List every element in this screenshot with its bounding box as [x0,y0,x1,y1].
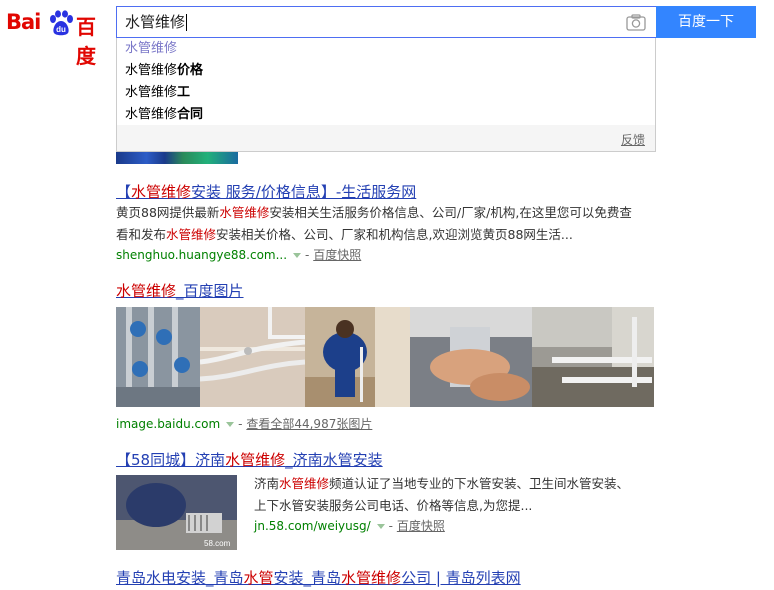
result-url: image.baidu.com - 查看全部44,987张图片 [116,415,372,432]
result-title-link[interactable]: 水管维修_百度图片 [116,280,244,301]
url-text: image.baidu.com [116,417,221,431]
dropdown-arrow-icon[interactable] [226,421,235,427]
search-button[interactable]: 百度一下 [656,6,756,38]
title-text: 青岛水电安装_青岛 [116,569,244,587]
title-highlight: 水管维修 [116,282,177,300]
separator: - [388,519,394,533]
title-text: 安装 服务/价格信息】-生活服务网 [191,183,417,201]
plumber-working-photo [305,307,410,407]
result-image[interactable] [410,307,532,407]
url-text: shenghuo.huangye88.com... [116,248,288,262]
suggestion-text: 水管维修 [125,85,178,100]
separator: - [238,417,243,431]
result-abstract: 济南水管维修频道认证了当地专业的下水管安装、卫生间水管安装、 上下水管安装服务公… [254,473,654,517]
hands-drain-photo [410,307,532,407]
snapshot-link[interactable]: 百度快照 [397,519,445,533]
result-abstract: 黄页88网提供最新水管维修安装相关生活服务价格信息、公司/厂家/机构,在这里您可… [116,202,656,246]
outdoor-pipes-photo [532,307,654,407]
abstract-text: 上下水管安装服务公司电话、价格等信息,为您提... [254,498,533,513]
thumbnail-watermark: 58.com [204,539,231,548]
camera-icon[interactable] [626,14,646,31]
title-highlight: 水管维修 [131,183,192,201]
title-text: 安装_青岛 [273,569,342,587]
dropdown-arrow-icon[interactable] [293,252,302,258]
result-title-link[interactable]: 【58同城】济南水管维修_济南水管安装 [116,449,383,470]
result-image[interactable] [532,307,654,407]
suggestion-suffix: 合同 [177,107,204,122]
abstract-text: 安装相关生活服务价格信息、公司/厂家/机构,在这里您可以免费查 [269,205,632,220]
separator: - [305,248,310,262]
title-text: 公司 | 青岛列表网 [401,569,521,587]
title-text: _济南水管安装 [285,451,383,469]
search-query-value: 水管维修 [125,13,186,31]
title-highlight: 水管维修 [341,569,402,587]
url-text: jn.58.com/weiyusg/ [254,519,371,533]
abstract-text: 黄页88网提供最新 [116,205,220,220]
abstract-text: 安装相关价格、公司、厂家和机构信息,欢迎浏览黄页88网生活... [216,227,573,242]
abstract-text: 济南 [254,476,280,491]
paw-icon: du [50,10,73,36]
result-url: shenghuo.huangye88.com... - 百度快照 [116,246,361,263]
suggestion-item[interactable]: 水管维修合同 [117,104,655,126]
suggestion-dropdown: 水管维修 水管维修价格 水管维修工 水管维修合同 反馈 [116,38,656,152]
suggestion-suffix: 工 [177,85,191,100]
result-title-link[interactable]: 青岛水电安装_青岛水管安装_青岛水管维修公司 | 青岛列表网 [116,567,521,588]
logo-text-cn: 百度 [76,15,96,68]
abstract-highlight: 水管维修 [166,227,217,242]
logo-text-du: du [56,25,66,34]
title-highlight: 水管 [243,569,274,587]
suggestion-item[interactable]: 水管维修价格 [117,60,655,82]
baidu-logo[interactable]: Bai du 百度 [6,6,110,68]
result-title-link[interactable]: 【水管维修安装 服务/价格信息】-生活服务网 [116,181,416,202]
logo-text-bai: Bai [6,10,41,34]
suggestion-footer: 反馈 [117,125,655,151]
title-text: 【58同城】济南 [116,451,226,469]
search-input[interactable]: 水管维修 [116,6,656,38]
suggestion-suffix: 价格 [177,63,204,78]
suggestion-text: 水管维修 [125,107,178,122]
pipes-meters-photo [116,307,200,407]
result-image[interactable] [116,307,200,407]
suggestion-text: 水管维修 [125,63,178,78]
abstract-highlight: 水管维修 [279,476,330,491]
suggestion-item[interactable]: 水管维修 [117,38,655,60]
result-thumbnail[interactable]: 58.com [116,475,237,550]
abstract-text: 频道认证了当地专业的下水管安装、卫生间水管安装、 [329,476,630,491]
suggestion-item[interactable]: 水管维修工 [117,82,655,104]
view-all-images-link[interactable]: 查看全部44,987张图片 [246,417,372,431]
title-highlight: 水管维修 [225,451,286,469]
title-text: 【 [116,183,132,201]
result-image[interactable] [305,307,410,407]
feedback-link[interactable]: 反馈 [621,131,645,148]
search-query-text: 水管维修 [125,7,188,37]
suggestion-text: 水管维修 [125,41,178,56]
abstract-highlight: 水管维修 [219,205,270,220]
ceiling-pipes-photo [200,307,305,407]
plumber-thumbnail-photo: 58.com [116,475,237,550]
abstract-text: 看和发布 [116,227,167,242]
result-thumbnail-partial [116,152,238,164]
result-url: jn.58.com/weiyusg/ - 百度快照 [254,517,445,534]
result-image[interactable] [200,307,305,407]
snapshot-link[interactable]: 百度快照 [313,248,361,262]
text-caret [186,14,188,31]
dropdown-arrow-icon[interactable] [376,523,385,529]
title-text: _百度图片 [176,282,244,300]
